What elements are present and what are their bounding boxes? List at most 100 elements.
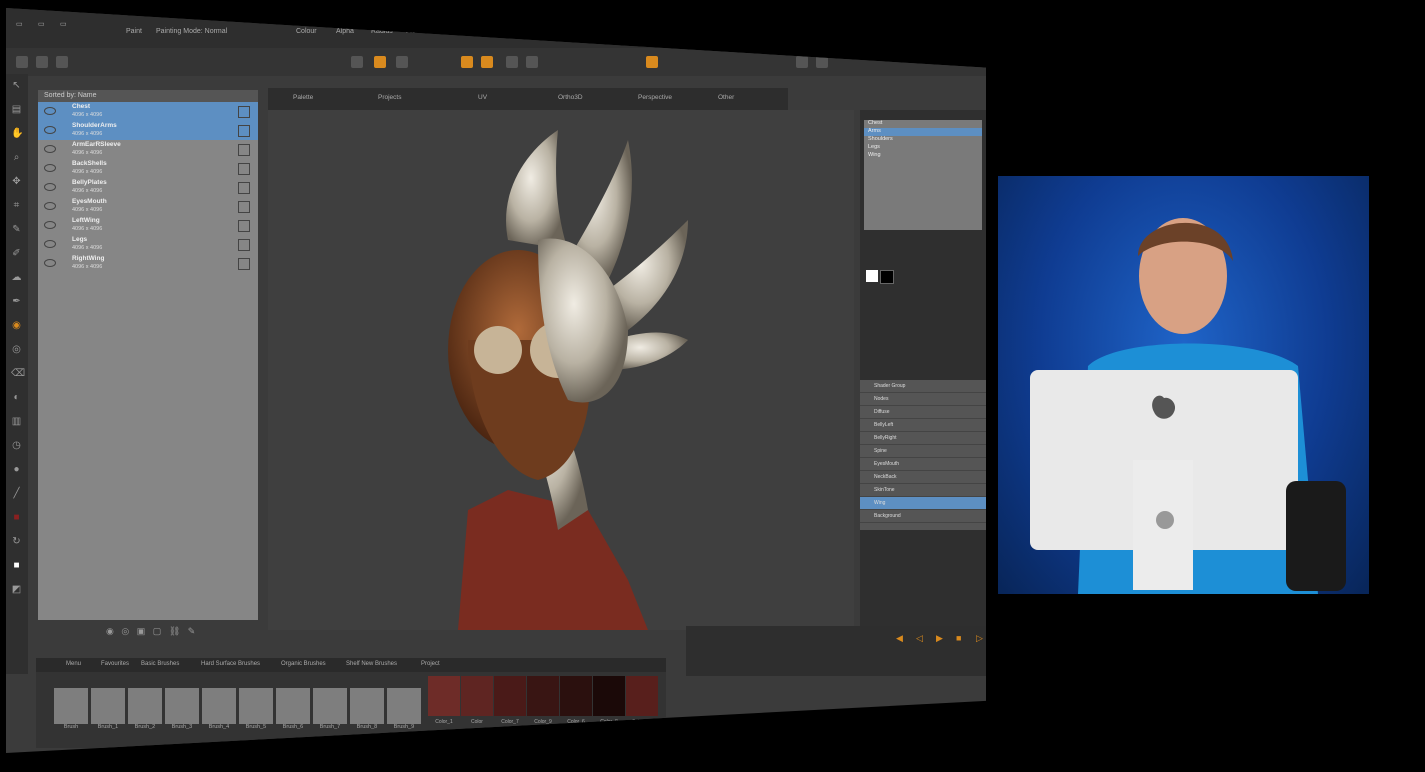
lock-icon[interactable] (238, 220, 250, 232)
eye-icon[interactable] (44, 126, 56, 134)
lock-icon[interactable]: ▢ (153, 626, 162, 636)
active-paint-tool-icon[interactable]: ◉ (11, 320, 22, 331)
picker-tool-icon[interactable]: ✒ (11, 296, 22, 307)
foreground-color-swatch[interactable]: ■ (11, 560, 22, 571)
tool-button[interactable] (351, 56, 363, 68)
color-swatch[interactable]: Color_7 (494, 676, 526, 725)
view-tab[interactable]: Perspective (638, 94, 672, 101)
save-file-icon[interactable]: ▭ (60, 20, 67, 28)
brush-preset[interactable]: Brush_9 (387, 688, 421, 734)
object-item[interactable]: Wing (864, 152, 982, 160)
history-tool-icon[interactable]: ◷ (11, 440, 22, 451)
shader-layer-item[interactable]: Shader Group (860, 380, 986, 393)
brush-preset[interactable]: Brush (54, 688, 88, 734)
color-swatch[interactable]: Color_10 (626, 676, 658, 725)
background-color-swatch[interactable]: ◩ (11, 584, 22, 595)
view-tab[interactable]: Palette (293, 94, 313, 101)
eye-icon[interactable] (44, 164, 56, 172)
step-forward-icon[interactable]: ▷ (976, 634, 984, 643)
shelf-tab[interactable]: Organic Brushes (281, 661, 326, 667)
color-swatch[interactable]: Color_6 (560, 676, 592, 725)
new-file-icon[interactable]: ▭ (16, 20, 23, 28)
lock-icon[interactable] (238, 163, 250, 175)
eye-icon[interactable]: ◉ (106, 626, 114, 636)
shelf-tab[interactable]: Shelf New Brushes (346, 661, 397, 667)
shader-layer-item[interactable]: BellyLeft (860, 419, 986, 432)
paint-menu[interactable]: Paint (126, 28, 142, 35)
layer-row[interactable]: BellyPlates 4096 x 4096 (38, 178, 258, 197)
eye-icon[interactable] (44, 107, 56, 115)
shader-layer-item[interactable]: Wing (860, 497, 986, 510)
eye-icon[interactable] (44, 202, 56, 210)
shelf-tab[interactable]: Hard Surface Brushes (201, 661, 260, 667)
shader-layer-item[interactable]: SkinTone (860, 484, 986, 497)
shader-layer-item[interactable]: EyesMouth (860, 458, 986, 471)
brush-preset[interactable]: Brush_2 (128, 688, 162, 734)
opacity-field[interactable]: Opacity (476, 28, 500, 35)
shelf-tab[interactable]: Basic Brushes (141, 661, 179, 667)
shader-layer-item[interactable]: NeckBack (860, 471, 986, 484)
clone-tool-icon[interactable]: ◎ (11, 344, 22, 355)
color-swatch[interactable]: Color (461, 676, 493, 725)
shader-layer-item[interactable]: Background (860, 510, 986, 523)
brush-preset[interactable]: Brush_5 (239, 688, 273, 734)
eye-icon[interactable] (44, 259, 56, 267)
highlight-button[interactable] (646, 56, 658, 68)
radius-field[interactable]: Radius (371, 28, 393, 35)
shelf-tab[interactable]: Favourites (101, 661, 129, 667)
hand-tool-icon[interactable]: ✋ (11, 128, 23, 139)
crop-tool-icon[interactable]: ⌗ (11, 200, 22, 211)
alpha-toggle[interactable]: Alpha (336, 28, 354, 35)
edit-icon[interactable]: ✎ (188, 626, 196, 636)
view-tab[interactable]: UV (478, 94, 487, 101)
pen-tool-icon[interactable]: ╱ (11, 488, 22, 499)
white-swatch[interactable] (866, 270, 878, 282)
eye-icon[interactable] (44, 145, 56, 153)
brush-preset[interactable]: Brush_6 (276, 688, 310, 734)
object-item[interactable]: Legs (864, 144, 982, 152)
tool-button[interactable] (816, 56, 828, 68)
3d-viewport[interactable] (268, 110, 854, 630)
shader-layer-item[interactable]: Spine (860, 445, 986, 458)
object-item[interactable]: Chest (864, 120, 982, 128)
layer-row[interactable]: LeftWing 4096 x 4096 (38, 216, 258, 235)
zoom-tool-icon[interactable]: ⌕ (11, 152, 22, 163)
lock-icon[interactable] (238, 239, 250, 251)
colour-toggle[interactable]: Colour (296, 28, 317, 35)
open-file-icon[interactable]: ▭ (38, 20, 45, 28)
black-swatch[interactable] (880, 270, 894, 284)
shader-layer-item[interactable]: BellyRight (860, 432, 986, 445)
layer-row[interactable]: BackShells 4096 x 4096 (38, 159, 258, 178)
lock-icon[interactable] (238, 106, 250, 118)
view-tab[interactable]: Other (718, 94, 734, 101)
move-tool-icon[interactable]: ✥ (11, 176, 22, 187)
tool-button[interactable] (506, 56, 518, 68)
object-item[interactable]: Shoulders (864, 136, 982, 144)
eraser-tool-icon[interactable]: ⌫ (11, 368, 25, 379)
layer-row[interactable]: ShoulderArms 4096 x 4096 (38, 121, 258, 140)
tool-button[interactable] (16, 56, 28, 68)
brush-preset[interactable]: Brush_7 (313, 688, 347, 734)
active-tool-button[interactable] (374, 56, 386, 68)
color-swatch[interactable]: Color_9 (527, 676, 559, 725)
duplicate-icon[interactable]: ▣ (137, 626, 146, 636)
tool-button[interactable] (796, 56, 808, 68)
play-icon[interactable]: ▶ (936, 634, 944, 643)
lock-icon[interactable] (238, 125, 250, 137)
tool-button[interactable] (36, 56, 48, 68)
sorted-by-label[interactable]: Sorted by: Name (38, 90, 258, 102)
layer-row[interactable]: ArmEarRSleeve 4096 x 4096 (38, 140, 258, 159)
view-tab[interactable]: Ortho3D (558, 94, 583, 101)
flow-field[interactable]: Flow (406, 28, 421, 35)
brush-tool-icon[interactable]: ✐ (11, 248, 22, 259)
shader-layer-item[interactable]: Diffuse (860, 406, 986, 419)
lock-icon[interactable] (238, 182, 250, 194)
tool-button[interactable] (56, 56, 68, 68)
color-swatch[interactable]: Color_1 (428, 676, 460, 725)
rotate-tool-icon[interactable]: ↻ (11, 536, 22, 547)
layer-row[interactable]: Legs 4096 x 4096 (38, 235, 258, 254)
rewind-icon[interactable]: ◀ (896, 634, 904, 643)
shading-button[interactable] (461, 56, 473, 68)
brush-preset[interactable]: Brush_3 (165, 688, 199, 734)
smudge-tool-icon[interactable]: ☁ (11, 272, 22, 283)
